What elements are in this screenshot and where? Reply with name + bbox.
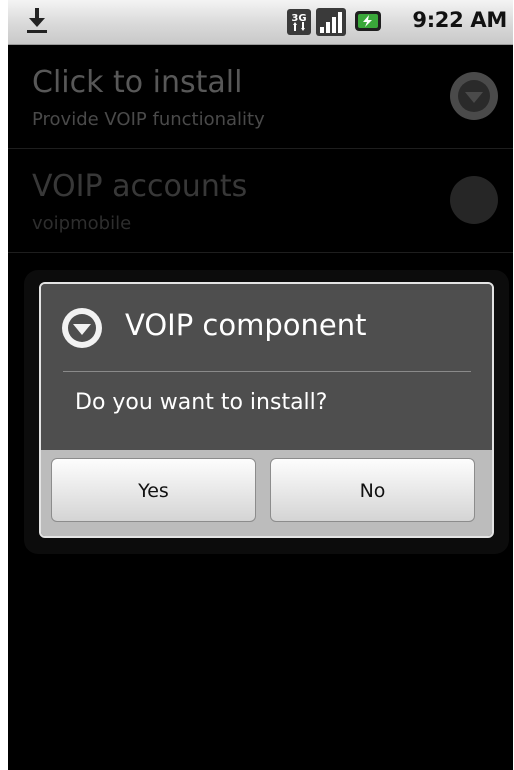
download-icon[interactable] [24,6,50,36]
list-item-title: VOIP accounts [32,169,248,204]
dialog-title: VOIP component [125,308,367,342]
status-bar: 3G 9:22 AM [8,0,513,45]
list-item-summary: Provide VOIP functionality [32,109,265,130]
install-arrow-icon [450,72,498,120]
settings-list: Click to install Provide VOIP functional… [8,45,513,253]
round-icon [450,176,498,224]
no-button[interactable]: No [270,458,475,522]
list-item-summary: voipmobile [32,213,132,234]
yes-button[interactable]: Yes [51,458,256,522]
battery-charging-icon [355,11,381,31]
3g-icon: 3G [287,9,311,35]
list-item-voip-accounts[interactable]: VOIP accounts voipmobile [8,149,513,253]
dialog-header: VOIP component Do you want to install? [41,284,492,450]
3g-label: 3G [291,13,306,24]
phone-screen: 3G 9:22 AM Click to install Provide VOIP… [8,0,513,770]
dialog-button-bar: Yes No [41,450,492,536]
dialog-divider [63,371,471,372]
dialog-message: Do you want to install? [75,390,328,415]
signal-icon [316,8,346,36]
list-item-title: Click to install [32,65,243,100]
status-clock: 9:22 AM [412,8,507,32]
list-item-click-to-install[interactable]: Click to install Provide VOIP functional… [8,45,513,149]
install-dialog: VOIP component Do you want to install? Y… [39,282,494,538]
dropdown-arrow-icon [62,308,102,348]
